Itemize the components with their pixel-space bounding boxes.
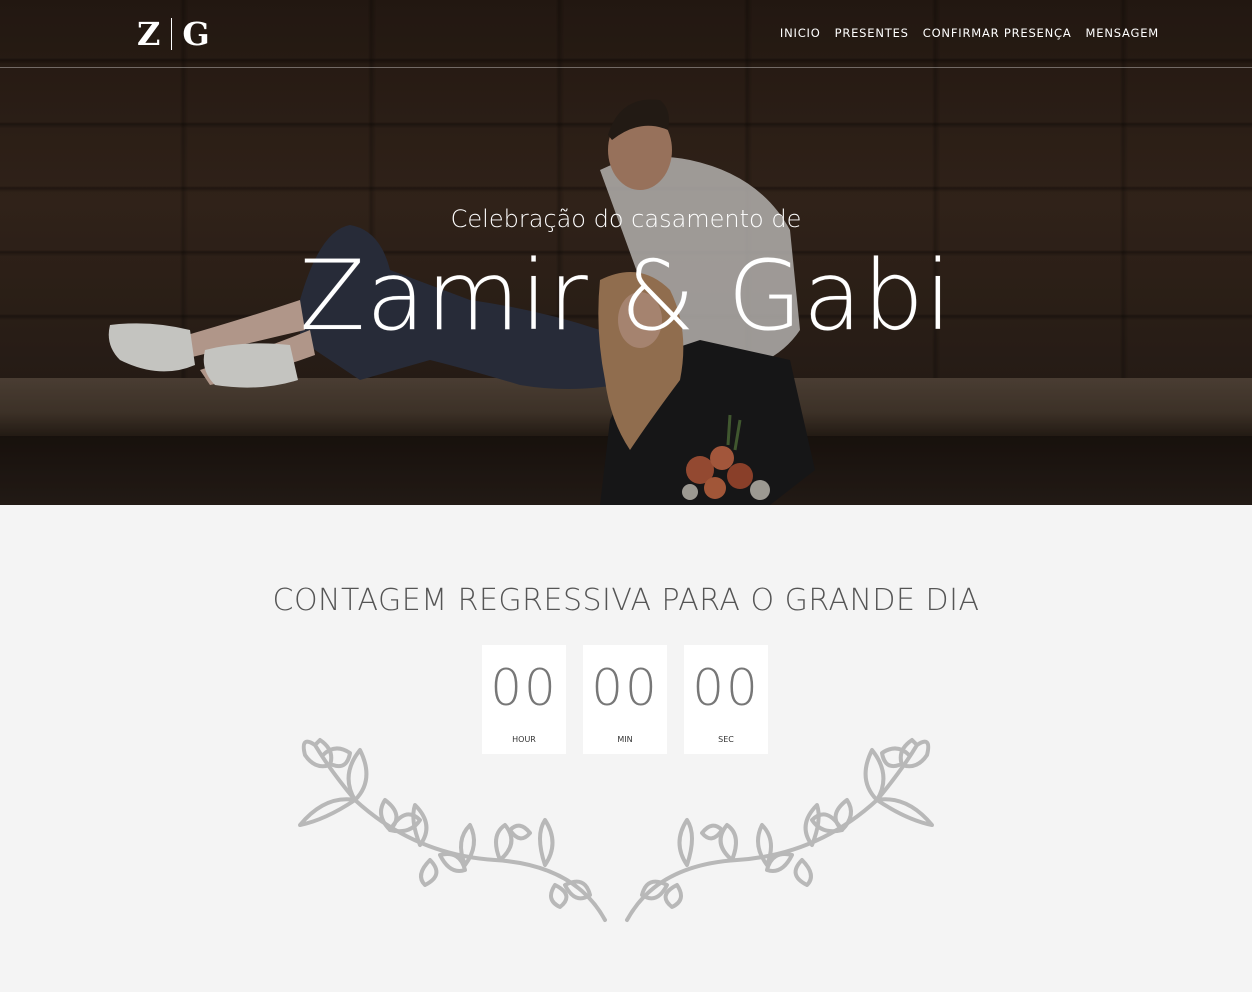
- hero-title: Zamir & Gabi: [299, 240, 953, 353]
- nav-link-inicio[interactable]: INICIO: [780, 26, 821, 40]
- countdown-sec-value: 00: [692, 659, 760, 717]
- top-navigation: Z G INICIO PRESENTES CONFIRMAR PRESENÇA …: [0, 0, 1252, 68]
- logo-letter-right: G: [182, 15, 211, 53]
- hero-section: Z G INICIO PRESENTES CONFIRMAR PRESENÇA …: [0, 0, 1252, 505]
- hero-subtitle: Celebração do casamento de: [450, 205, 802, 233]
- countdown-min-value: 00: [591, 659, 659, 717]
- floral-wreath-ornament: [298, 738, 934, 922]
- countdown-title: CONTAGEM REGRESSIVA PARA O GRANDE DIA: [272, 583, 980, 618]
- main-menu: INICIO PRESENTES CONFIRMAR PRESENÇA MENS…: [780, 26, 1159, 40]
- nav-link-presentes[interactable]: PRESENTES: [835, 26, 909, 40]
- logo-divider: [171, 18, 173, 50]
- logo-letter-left: Z: [137, 15, 162, 53]
- nav-link-mensagem[interactable]: MENSAGEM: [1086, 26, 1159, 40]
- countdown-hour-value: 00: [490, 659, 558, 717]
- site-logo[interactable]: Z G: [137, 14, 211, 54]
- nav-link-confirmar-presenca[interactable]: CONFIRMAR PRESENÇA: [923, 26, 1072, 40]
